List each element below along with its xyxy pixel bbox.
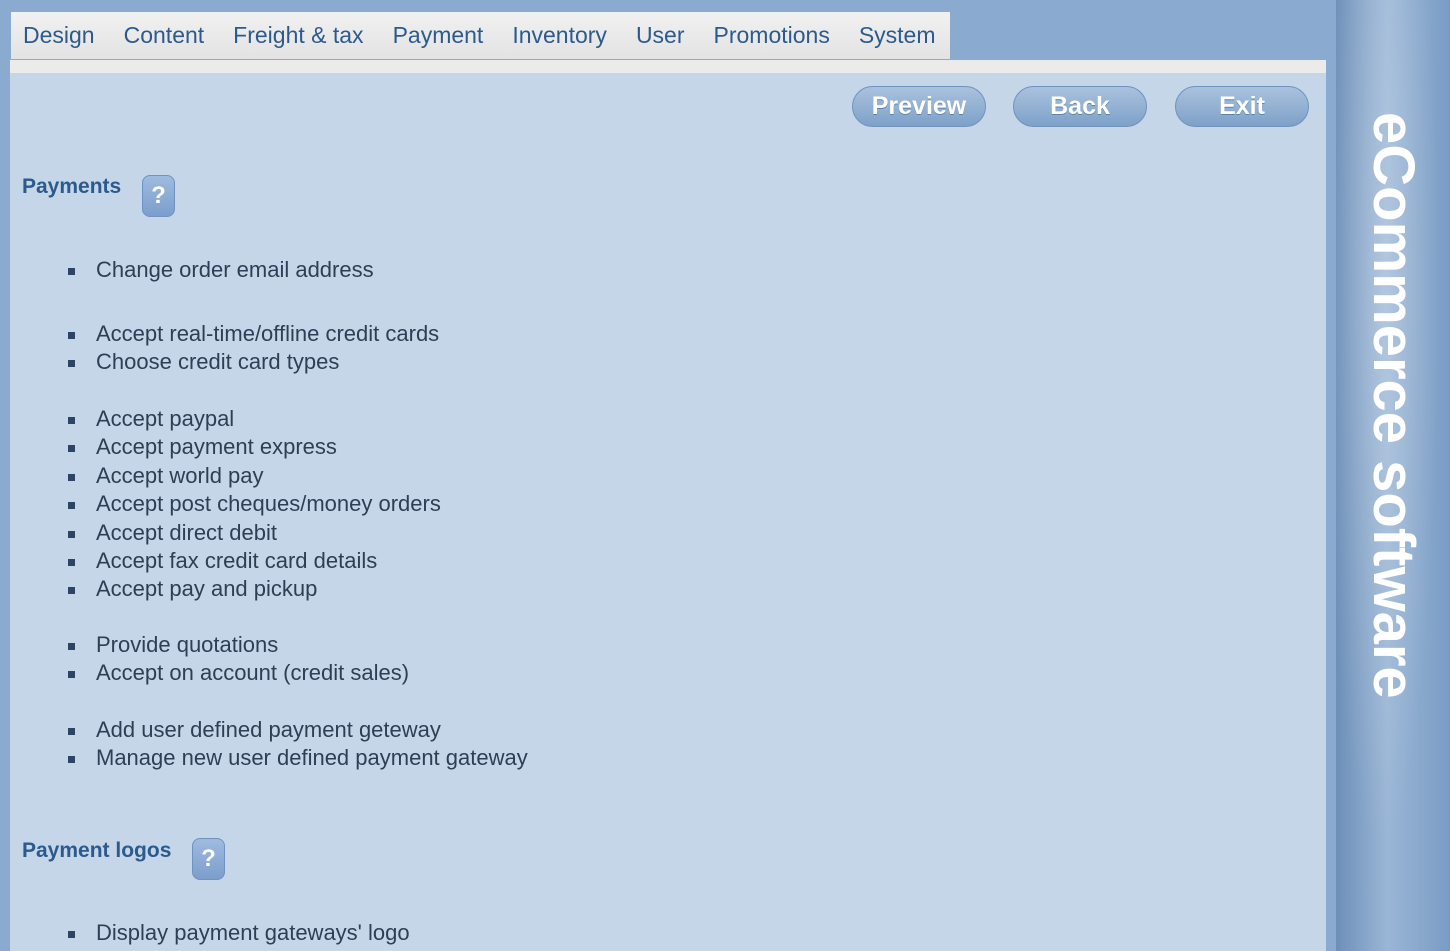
nav-user[interactable]: User: [636, 22, 685, 49]
list-item[interactable]: Accept world pay: [68, 462, 441, 490]
list-item[interactable]: Accept paypal: [68, 405, 441, 433]
list-item[interactable]: Accept payment express: [68, 433, 441, 461]
list-item[interactable]: Accept fax credit card details: [68, 547, 441, 575]
list-item[interactable]: Accept direct debit: [68, 519, 441, 547]
payment-logos-title: Payment logos: [22, 839, 172, 862]
payments-help-icon[interactable]: ?: [142, 175, 175, 217]
payment-logos-list: Display payment gateways' logo: [68, 919, 410, 947]
list-item[interactable]: Accept real-time/offline credit cards: [68, 320, 439, 348]
nav-freight-tax[interactable]: Freight & tax: [233, 22, 363, 49]
brand-title: eCommerce software: [1361, 112, 1426, 699]
payment-logos-help-icon[interactable]: ?: [192, 838, 225, 880]
nav-inventory[interactable]: Inventory: [512, 22, 607, 49]
nav-system[interactable]: System: [859, 22, 936, 49]
list-item[interactable]: Accept post cheques/money orders: [68, 490, 441, 518]
payments-title: Payments: [22, 175, 122, 198]
nav-design[interactable]: Design: [23, 22, 95, 49]
brand-sidebar: eCommerce software: [1336, 0, 1450, 951]
payments-list-4: Provide quotations Accept on account (cr…: [68, 631, 409, 688]
left-edge: [0, 60, 10, 951]
exit-button[interactable]: Exit: [1175, 86, 1309, 127]
payments-list-3: Accept paypal Accept payment express Acc…: [68, 405, 441, 604]
list-item[interactable]: Provide quotations: [68, 631, 409, 659]
nav-payment[interactable]: Payment: [393, 22, 484, 49]
back-button[interactable]: Back: [1013, 86, 1147, 127]
list-item[interactable]: Display payment gateways' logo: [68, 919, 410, 947]
list-item[interactable]: Change order email address: [68, 256, 374, 284]
list-item[interactable]: Choose credit card types: [68, 348, 439, 376]
list-item[interactable]: Manage new user defined payment gateway: [68, 744, 528, 772]
list-item[interactable]: Accept on account (credit sales): [68, 659, 409, 687]
payments-list-1: Change order email address: [68, 256, 374, 284]
list-item[interactable]: Accept pay and pickup: [68, 575, 441, 603]
preview-button[interactable]: Preview: [852, 86, 986, 127]
main-nav: Design Content Freight & tax Payment Inv…: [11, 12, 950, 59]
main-right-edge: [1326, 60, 1336, 951]
list-item[interactable]: Add user defined payment geteway: [68, 716, 528, 744]
nav-promotions[interactable]: Promotions: [714, 22, 830, 49]
nav-content[interactable]: Content: [124, 22, 205, 49]
payments-list-2: Accept real-time/offline credit cards Ch…: [68, 320, 439, 377]
payments-list-5: Add user defined payment geteway Manage …: [68, 716, 528, 773]
